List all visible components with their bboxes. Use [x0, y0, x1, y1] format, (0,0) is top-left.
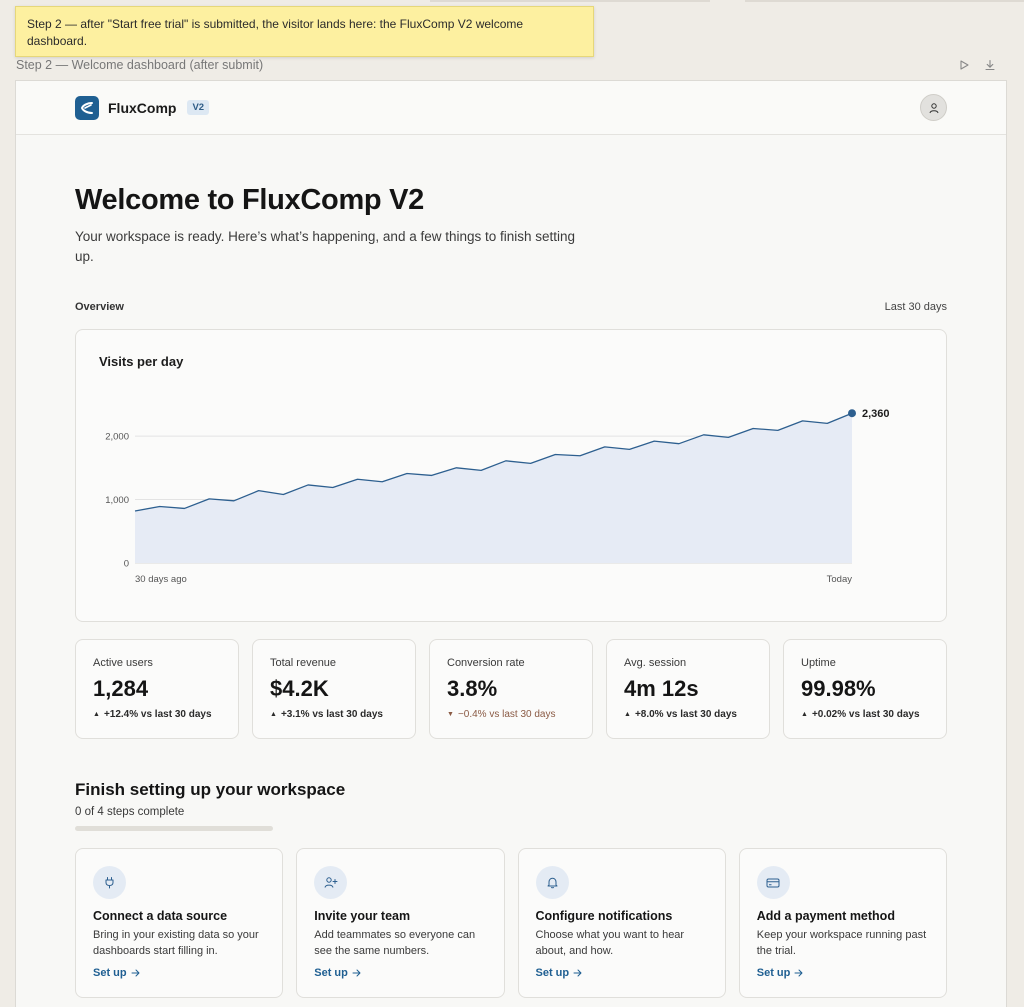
setup-progress-bar — [75, 826, 273, 831]
stat-delta-text: +3.1% vs last 30 days — [280, 709, 383, 720]
bell-icon — [535, 866, 569, 899]
set-up-link-label: Set up — [314, 967, 348, 979]
annotation-note: Step 2 — after "Start free trial" is sub… — [15, 6, 594, 57]
user-icon — [929, 102, 938, 113]
stat-label: Conversion rate — [447, 657, 525, 669]
stat-card: Total revenue $4.2K ▲ +3.1% vs last 30 d… — [252, 639, 416, 739]
set-up-link-label: Set up — [93, 967, 127, 979]
stat-delta: ▲ +8.0% vs last 30 days — [624, 709, 752, 720]
top-divider-left — [430, 0, 710, 2]
stat-value: 1,284 — [93, 676, 149, 701]
user-plus-icon — [314, 866, 348, 899]
set-up-link-label: Set up — [535, 967, 570, 979]
stat-delta-text: +0.02% vs last 30 days — [811, 709, 920, 720]
fluxcomp-logo-icon — [75, 95, 99, 120]
setup-step-card: Configure notifications Choose what you … — [517, 848, 726, 998]
stat-label: Uptime — [801, 657, 836, 669]
overview-label: Overview — [75, 301, 124, 313]
y-tick-label: 0 — [124, 559, 129, 570]
visits-chart-card: Visits per day 0 1,000 2,000 2,360 30 days a… — [75, 329, 947, 622]
overview-header: Overview Last 30 days — [75, 301, 947, 313]
main-content: Welcome to FluxComp V2 Your workspace is… — [16, 184, 1006, 998]
stat-delta: ▲ +3.1% vs last 30 days — [270, 709, 398, 720]
brand[interactable]: FluxComp V2 — [75, 95, 210, 120]
user-avatar[interactable] — [920, 94, 947, 121]
step-description: Keep your workspace running past the tri… — [756, 929, 927, 957]
plug-icon — [93, 866, 126, 899]
step-description: Add teammates so everyone can see the sa… — [314, 929, 476, 957]
stat-label: Avg. session — [624, 657, 687, 669]
credit-card-icon — [756, 866, 790, 899]
brand-name: FluxComp — [108, 99, 177, 116]
setup-step-card: Invite your team Add teammates so everyo… — [296, 848, 505, 998]
stat-delta-text: +8.0% vs last 30 days — [634, 709, 737, 720]
triangle-down-icon: ▼ — [447, 711, 454, 718]
step-description: Choose what you want to hear about, and … — [535, 929, 685, 957]
set-up-link[interactable]: Set up — [93, 967, 265, 979]
stat-label: Active users — [93, 657, 153, 669]
x-start-label: 30 days ago — [135, 574, 187, 585]
stat-value: 4m 12s — [624, 676, 699, 701]
step-title: Configure notifications — [535, 909, 673, 923]
download-icon[interactable] — [984, 58, 996, 71]
frame-label: Step 2 — Welcome dashboard (after submit… — [16, 58, 264, 72]
stat-card: Active users 1,284 ▲ +12.4% vs last 30 d… — [75, 639, 239, 739]
stat-label: Total revenue — [270, 657, 337, 669]
stat-card: Conversion rate 3.8% ▼ −0.4% vs last 30 … — [429, 639, 593, 739]
page-title: Welcome to FluxComp V2 — [75, 184, 424, 216]
stat-delta: ▲ +12.4% vs last 30 days — [93, 709, 221, 720]
stat-card: Uptime 99.98% ▲ +0.02% vs last 30 days — [783, 639, 947, 739]
page-subtitle: Your workspace is ready. Here’s what’s h… — [75, 229, 576, 264]
y-tick-label: 1,000 — [105, 495, 129, 506]
stat-cards: Active users 1,284 ▲ +12.4% vs last 30 d… — [75, 639, 947, 739]
last-value-label: 2,360 — [862, 408, 890, 420]
date-range-selector[interactable]: Last 30 days — [885, 301, 947, 313]
triangle-up-icon: ▲ — [624, 711, 631, 718]
y-tick-label: 2,000 — [105, 432, 129, 443]
setup-steps: Connect a data source Bring in your exis… — [75, 848, 947, 998]
step-description: Bring in your existing data so your dash… — [93, 929, 259, 957]
version-badge: V2 — [187, 100, 210, 115]
play-icon[interactable] — [958, 58, 970, 70]
setup-progress-text: 0 of 4 steps complete — [75, 806, 185, 818]
stat-delta: ▲ +0.02% vs last 30 days — [801, 709, 929, 720]
stat-value: 99.98% — [801, 676, 876, 701]
stat-delta-text: +12.4% vs last 30 days — [103, 709, 212, 720]
app-header: FluxComp V2 — [16, 81, 1006, 135]
step-title: Add a payment method — [756, 909, 895, 923]
triangle-up-icon: ▲ — [801, 711, 808, 718]
arrow-right-icon — [352, 969, 361, 977]
arrow-right-icon — [573, 969, 582, 977]
triangle-up-icon: ▲ — [270, 711, 277, 718]
top-divider-right — [745, 0, 1024, 2]
set-up-link[interactable]: Set up — [536, 967, 708, 979]
arrow-right-icon — [794, 969, 803, 977]
prototype-frame: FluxComp V2 Welcome to FluxComp V2 Your … — [15, 80, 1007, 1007]
setup-step-card: Connect a data source Bring in your exis… — [75, 848, 284, 998]
stat-card: Avg. session 4m 12s ▲ +8.0% vs last 30 d… — [606, 639, 770, 739]
x-end-label: Today — [827, 574, 853, 585]
step-title: Connect a data source — [93, 909, 228, 923]
setup-step-card: Add a payment method Keep your workspace… — [738, 848, 947, 998]
step-title: Invite your team — [314, 909, 411, 923]
stat-delta-text: −0.4% vs last 30 days — [457, 709, 556, 720]
stat-value: $4.2K — [270, 676, 329, 701]
set-up-link[interactable]: Set up — [314, 967, 486, 979]
last-data-point — [848, 409, 856, 418]
stat-delta: ▼ −0.4% vs last 30 days — [447, 709, 575, 720]
set-up-link[interactable]: Set up — [757, 967, 929, 979]
setup-title: Finish setting up your workspace — [75, 780, 346, 799]
visits-chart: 0 1,000 2,000 2,360 30 days ago Today — [105, 408, 890, 585]
stat-value: 3.8% — [447, 676, 498, 701]
set-up-link-label: Set up — [756, 967, 791, 979]
triangle-up-icon: ▲ — [93, 711, 100, 718]
frame-tools — [958, 58, 996, 71]
arrow-right-icon — [131, 969, 140, 977]
